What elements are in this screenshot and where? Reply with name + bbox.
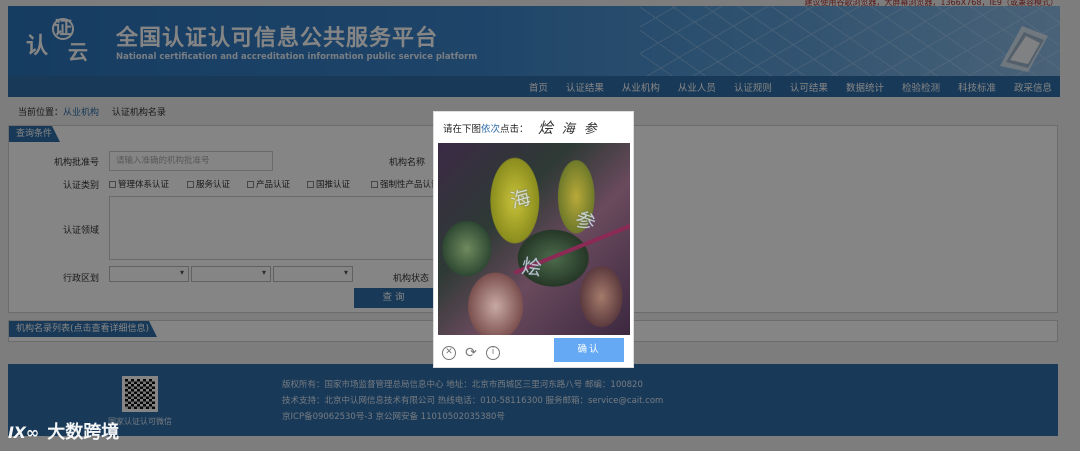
- image-char-shen[interactable]: 参: [572, 202, 601, 236]
- captcha-target-chars: 烩 海 参: [538, 117, 601, 138]
- captcha-dialog: 请在下图依次点击： 烩 海 参 海 参 烩 ✕ ⟳ i 确认: [433, 111, 634, 368]
- image-char-hui[interactable]: 烩: [520, 250, 544, 282]
- watermark-text: 大数跨境: [47, 422, 120, 443]
- captcha-instruction: 请在下图依次点击：: [443, 124, 529, 135]
- refresh-icon[interactable]: ⟳: [464, 346, 478, 360]
- target-char-1: 烩: [538, 119, 554, 137]
- target-char-3: 参: [583, 122, 597, 137]
- captcha-toolbar: ✕ ⟳ i 确认: [442, 338, 628, 364]
- watermark-logo: Ⅸ∞: [8, 423, 40, 442]
- confirm-button[interactable]: 确认: [554, 338, 624, 362]
- close-icon[interactable]: ✕: [442, 346, 456, 360]
- target-char-2: 海: [561, 122, 575, 137]
- image-char-hai[interactable]: 海: [507, 181, 534, 214]
- watermark: Ⅸ∞ 大数跨境: [8, 418, 119, 444]
- info-icon[interactable]: i: [486, 346, 500, 360]
- captcha-image[interactable]: 海 参 烩: [438, 143, 630, 335]
